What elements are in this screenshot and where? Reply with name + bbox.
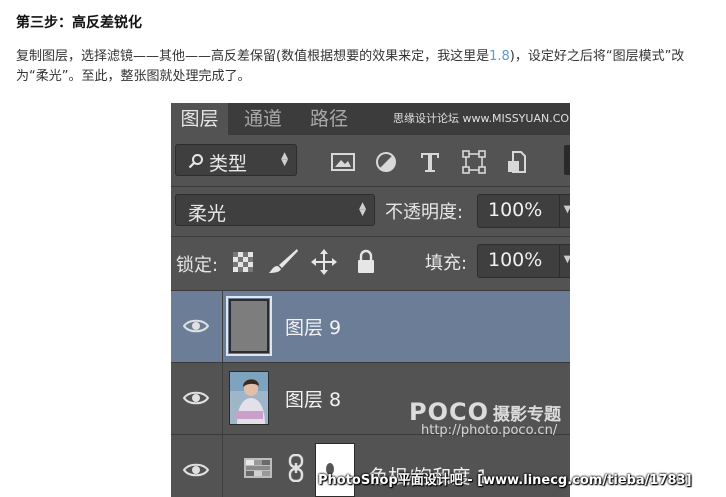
shape-filter-icon[interactable] [461,150,487,174]
divider [171,186,570,187]
layer-row-9[interactable]: 图层 9 [171,291,570,362]
poco-url-text: http://photo.poco.cn/ [421,423,558,438]
filter-type-label: 类型 [209,153,248,175]
tab-layers[interactable]: 图层 [171,103,228,135]
filter-toggle-switch[interactable] [564,145,570,175]
layer-thumbnail[interactable] [226,296,272,356]
link-chain-icon[interactable] [288,454,304,482]
eye-icon[interactable] [183,318,209,334]
fill-label: 填充: [425,253,468,274]
divider [171,236,570,237]
lock-all-icon[interactable] [356,249,376,275]
blend-mode-label: 柔光 [188,203,227,225]
paragraph-text-1: 复制图层，选择滤镜——其他——高反差保留(数值根据想要的效果来定，我这里是 [16,49,490,64]
hue-saturation-adjustment-icon[interactable] [244,458,272,478]
lock-image-pixels-brush-icon[interactable] [267,248,299,274]
fill-value: 100% [488,249,543,271]
lock-label: 锁定: [176,255,219,276]
tab-channels[interactable]: 通道 [232,103,294,135]
missyuan-watermark: 思缘设计论坛 www.MISSYUAN.COM [393,112,570,125]
paragraph-number: 1.8 [489,49,510,64]
search-icon [188,154,203,169]
photo-thumbnail[interactable] [229,371,269,425]
opacity-label: 不透明度: [385,202,464,223]
poco-title-text: 摄影专题 [493,405,562,425]
article-heading: 第三步：高反差锐化 [16,15,142,31]
article-paragraph: 复制图层，选择滤镜——其他——高反差保留(数值根据想要的效果来定，我这里是1.8… [16,47,716,87]
eye-icon[interactable] [183,390,209,406]
poco-logo-text: POCO [409,398,490,426]
layer-name[interactable]: 图层 8 [285,385,341,412]
lock-position-move-icon[interactable] [311,249,337,275]
adjustment-filter-icon[interactable] [373,150,399,174]
blend-mode-dropdown[interactable]: 柔光 ▲ ▼ [175,194,375,226]
fill-input[interactable]: 100% ▼ [477,244,570,278]
smart-object-filter-icon[interactable] [505,150,531,174]
visibility-column [171,291,223,362]
panel-tab-bar: 图层 通道 路径 思缘设计论坛 www.MISSYUAN.COM [171,103,570,135]
visibility-column [171,435,223,497]
opacity-input[interactable]: 100% ▼ [477,194,570,228]
site-watermark: PhotoShop平面设计吧 - [www.linecg.com/tieba/1… [318,473,692,488]
chevron-updown-icon: ▲ ▼ [281,151,288,168]
lock-transparent-pixels-icon[interactable] [233,252,253,272]
chevron-updown-icon: ▲ ▼ [359,201,366,218]
type-filter-icon[interactable] [417,150,443,174]
visibility-column [171,363,223,434]
image-filter-icon[interactable] [330,150,356,174]
chevron-down-icon[interactable]: ▼ [559,245,570,277]
eye-icon[interactable] [183,462,209,478]
tab-paths[interactable]: 路径 [298,103,360,135]
opacity-value: 100% [488,199,543,221]
poco-watermark: POCO 摄影专题 [409,398,561,426]
layers-panel: 图层 通道 路径 思缘设计论坛 www.MISSYUAN.COM 类型 ▲▼ [171,103,570,497]
layer-name[interactable]: 图层 9 [285,313,341,340]
chevron-down-icon[interactable]: ▼ [559,195,570,227]
filter-type-dropdown[interactable]: 类型 ▲ ▼ [175,144,297,176]
